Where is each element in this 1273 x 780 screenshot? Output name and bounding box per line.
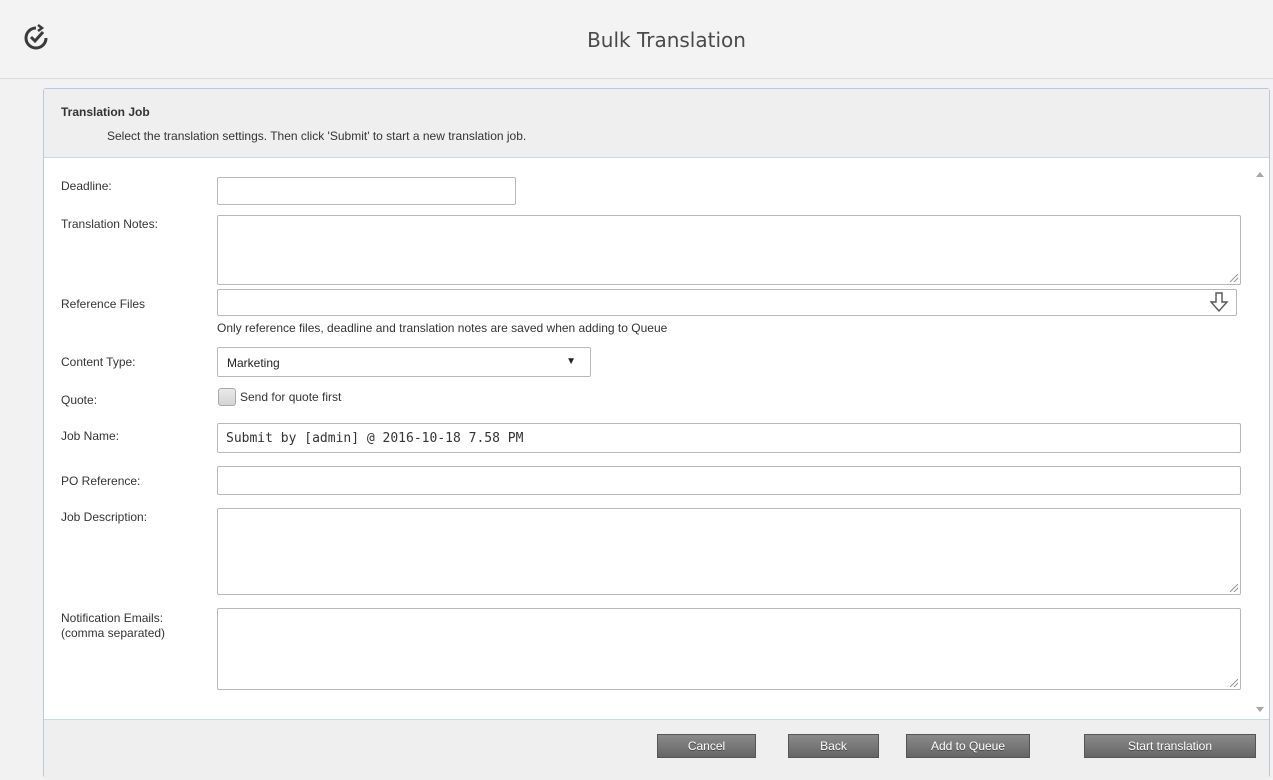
translation-notes-textarea[interactable]: [217, 215, 1241, 285]
po-reference-label: PO Reference:: [61, 474, 141, 488]
translation-notes-label: Translation Notes:: [61, 217, 158, 231]
notification-emails-label: Notification Emails:: [61, 611, 164, 625]
reference-files-hint: Only reference files, deadline and trans…: [217, 321, 668, 335]
start-translation-button[interactable]: Start translation: [1084, 734, 1256, 758]
content-type-value: Marketing: [227, 356, 280, 370]
reference-files-input[interactable]: [217, 289, 1237, 316]
translation-job-panel: Translation Job Select the translation s…: [43, 88, 1270, 780]
job-description-label: Job Description:: [61, 510, 148, 524]
resize-handle-icon[interactable]: [1230, 679, 1238, 687]
deadline-input[interactable]: [217, 177, 516, 205]
app-title: Bulk Translation: [587, 28, 746, 52]
job-name-input[interactable]: Submit by [admin] @ 2016-10-18 7.58 PM: [217, 423, 1241, 453]
upload-arrow-icon[interactable]: [1208, 291, 1230, 313]
panel-subtitle: Select the translation settings. Then cl…: [107, 129, 527, 143]
title-bar: Bulk Translation: [0, 0, 1273, 79]
add-to-queue-button[interactable]: Add to Queue: [906, 734, 1030, 758]
chevron-down-icon: ▼: [566, 356, 576, 367]
vertical-scrollbar[interactable]: [1252, 158, 1269, 718]
notification-emails-sublabel: (comma separated): [61, 626, 166, 640]
content-type-select[interactable]: Marketing ▼: [217, 347, 591, 377]
panel-header: Translation Job Select the translation s…: [44, 89, 1269, 158]
notification-emails-textarea[interactable]: [217, 608, 1241, 690]
send-for-quote-checkbox[interactable]: [218, 388, 236, 406]
job-name-label: Job Name:: [61, 429, 120, 443]
reference-files-label: Reference Files: [61, 297, 146, 311]
quote-label: Quote:: [61, 393, 98, 407]
resize-handle-icon[interactable]: [1230, 584, 1238, 592]
resize-handle-icon[interactable]: [1230, 274, 1238, 282]
scroll-up-icon[interactable]: [1256, 172, 1264, 177]
cancel-button[interactable]: Cancel: [657, 734, 756, 758]
po-reference-input[interactable]: [217, 466, 1241, 495]
deadline-label: Deadline:: [61, 179, 112, 193]
back-button[interactable]: Back: [788, 734, 879, 758]
button-bar: Cancel Back Add to Queue Start translati…: [44, 719, 1269, 780]
scroll-down-icon[interactable]: [1256, 707, 1264, 712]
send-for-quote-label[interactable]: Send for quote first: [240, 390, 341, 404]
job-description-textarea[interactable]: [217, 508, 1241, 595]
panel-title: Translation Job: [61, 105, 150, 119]
form-area: Deadline: Translation Notes: Reference F…: [44, 158, 1269, 718]
content-type-label: Content Type:: [61, 355, 136, 369]
